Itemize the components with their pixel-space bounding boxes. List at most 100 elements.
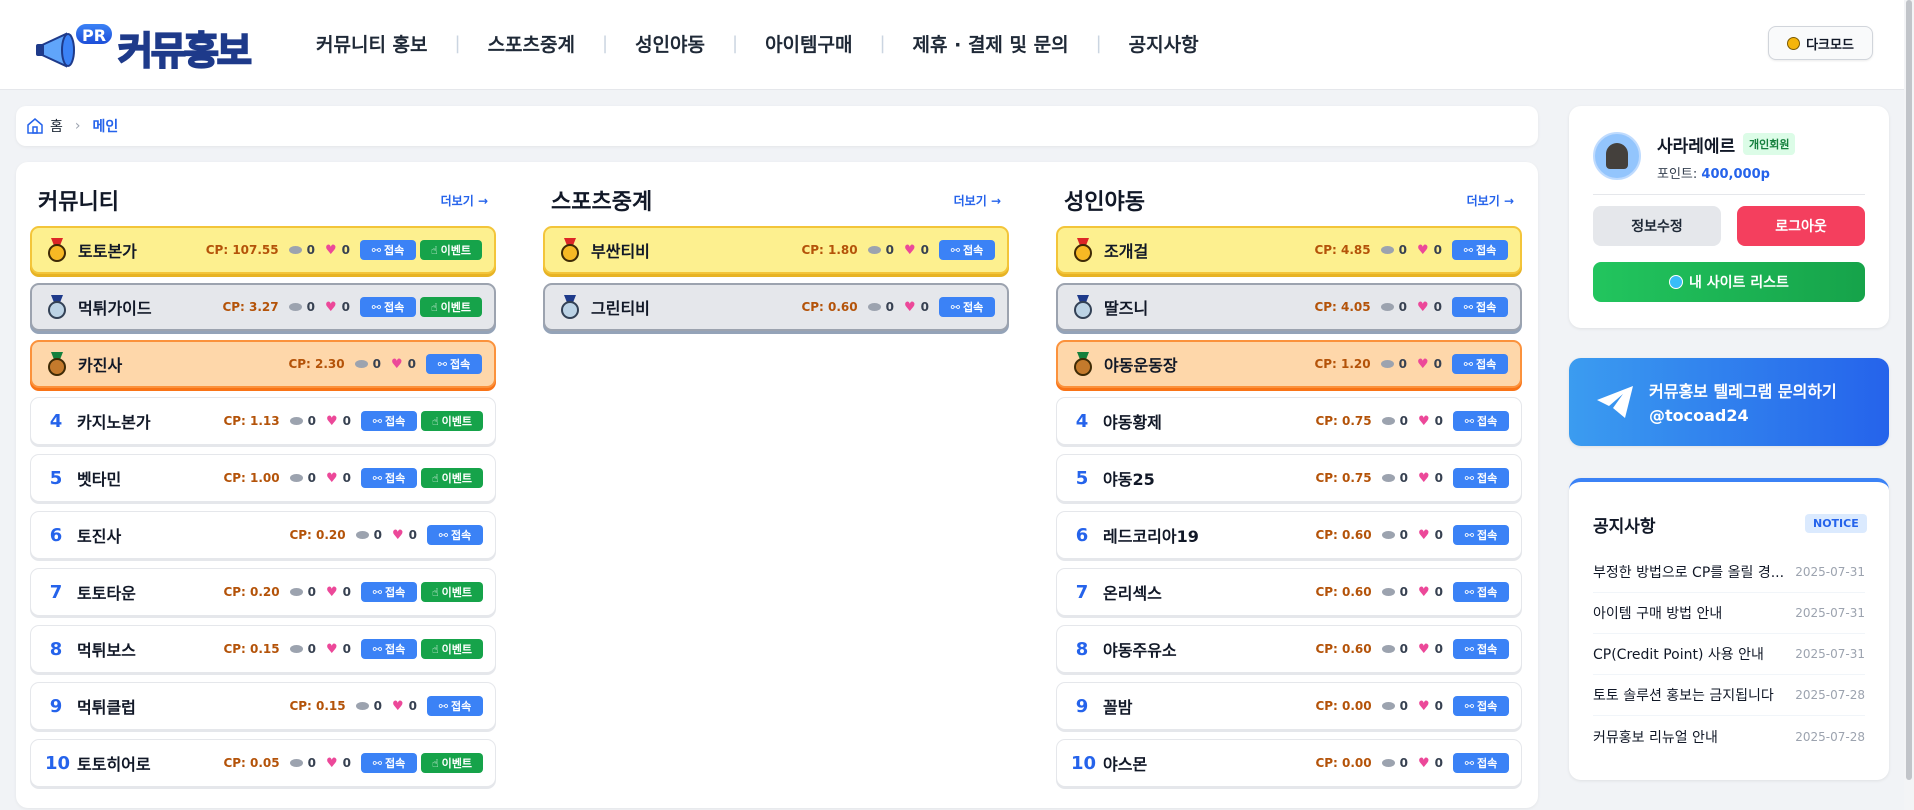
site-row[interactable]: 9 꼴밤 CP: 0.00 0 ♥ 0 ⚯ 접속 bbox=[1056, 682, 1522, 730]
site-name[interactable]: 레드코리아19 bbox=[1103, 523, 1315, 547]
eye-icon bbox=[354, 360, 368, 368]
visit-button[interactable]: ⚯ 접속 bbox=[1453, 582, 1509, 602]
site-name[interactable]: 먹튀클럽 bbox=[77, 694, 289, 718]
event-button[interactable]: ☝ 이벤트 bbox=[421, 753, 483, 773]
scrollbar-thumb[interactable] bbox=[1906, 0, 1912, 780]
visit-button[interactable]: ⚯ 접속 bbox=[939, 297, 995, 317]
visit-button[interactable]: ⚯ 접속 bbox=[1453, 696, 1509, 716]
nav-partnership[interactable]: 제휴 · 결제 및 문의 bbox=[913, 30, 1069, 57]
site-row[interactable]: 그린티비 CP: 0.60 0 ♥ 0 ⚯ 접속 bbox=[543, 283, 1009, 331]
visit-button[interactable]: ⚯ 접속 bbox=[427, 696, 483, 716]
notice-item[interactable]: 아이템 구매 방법 안내 2025-07-31 bbox=[1593, 593, 1865, 634]
site-name[interactable]: 야동주유소 bbox=[1103, 637, 1315, 661]
event-label: 이벤트 bbox=[441, 472, 473, 485]
site-name[interactable]: 토토본가 bbox=[78, 238, 206, 262]
site-name[interactable]: 조개걸 bbox=[1104, 238, 1314, 262]
site-row[interactable]: 딸즈니 CP: 4.05 0 ♥ 0 ⚯ 접속 bbox=[1056, 283, 1522, 331]
event-button[interactable]: ☝ 이벤트 bbox=[421, 411, 483, 431]
telegram-banner[interactable]: 커뮤홍보 텔레그램 문의하기 @tocoad24 bbox=[1569, 358, 1889, 446]
site-name[interactable]: 야스몬 bbox=[1103, 751, 1315, 775]
event-label: 이벤트 bbox=[441, 586, 473, 599]
site-row[interactable]: 4 야동황제 CP: 0.75 0 ♥ 0 ⚯ 접속 bbox=[1056, 397, 1522, 445]
site-row[interactable]: 먹튀가이드 CP: 3.27 0 ♥ 0 ⚯ 접속 ☝ 이벤트 bbox=[30, 283, 496, 331]
site-name[interactable]: 딸즈니 bbox=[1104, 295, 1314, 319]
more-link[interactable]: 더보기 → bbox=[1467, 192, 1514, 209]
event-button[interactable]: ☝ 이벤트 bbox=[421, 468, 483, 488]
site-row[interactable]: 5 야동25 CP: 0.75 0 ♥ 0 ⚯ 접속 bbox=[1056, 454, 1522, 502]
visit-button[interactable]: ⚯ 접속 bbox=[426, 354, 482, 374]
event-button[interactable]: ☝ 이벤트 bbox=[420, 297, 482, 317]
notice-item[interactable]: 커뮤홍보 리뉴얼 안내 2025-07-28 bbox=[1593, 716, 1865, 757]
visit-button[interactable]: ⚯ 접속 bbox=[939, 240, 995, 260]
visit-button[interactable]: ⚯ 접속 bbox=[360, 240, 416, 260]
nav-sports[interactable]: 스포츠중계 bbox=[488, 30, 575, 57]
notice-item[interactable]: 토토 솔루션 홍보는 금지됩니다 2025-07-28 bbox=[1593, 675, 1865, 716]
visit-button[interactable]: ⚯ 접속 bbox=[1452, 354, 1508, 374]
page-scrollbar[interactable] bbox=[1904, 0, 1914, 810]
visit-button[interactable]: ⚯ 접속 bbox=[1452, 297, 1508, 317]
visit-button[interactable]: ⚯ 접속 bbox=[1453, 411, 1509, 431]
site-row[interactable]: 8 야동주유소 CP: 0.60 0 ♥ 0 ⚯ 접속 bbox=[1056, 625, 1522, 673]
edit-profile-button[interactable]: 정보수정 bbox=[1593, 206, 1721, 246]
logout-button[interactable]: 로그아웃 bbox=[1737, 206, 1865, 246]
site-logo[interactable]: PR 커뮤홍보 bbox=[36, 18, 258, 74]
visit-button[interactable]: ⚯ 접속 bbox=[1453, 753, 1509, 773]
nav-community[interactable]: 커뮤니티 홍보 bbox=[316, 30, 428, 57]
site-row[interactable]: 6 레드코리아19 CP: 0.60 0 ♥ 0 ⚯ 접속 bbox=[1056, 511, 1522, 559]
more-link[interactable]: 더보기 → bbox=[954, 192, 1001, 209]
more-link[interactable]: 더보기 → bbox=[441, 192, 488, 209]
visit-button[interactable]: ⚯ 접속 bbox=[1453, 639, 1509, 659]
site-name[interactable]: 야동황제 bbox=[1103, 409, 1315, 433]
site-name[interactable]: 야동25 bbox=[1103, 466, 1315, 490]
visit-button[interactable]: ⚯ 접속 bbox=[1452, 240, 1508, 260]
site-row[interactable]: 부싼티비 CP: 1.80 0 ♥ 0 ⚯ 접속 bbox=[543, 226, 1009, 274]
notice-item[interactable]: 부정한 방법으로 CP를 올릴 경... 2025-07-31 bbox=[1593, 552, 1865, 593]
site-row[interactable]: 10 토토히어로 CP: 0.05 0 ♥ 0 ⚯ 접속 ☝ 이벤트 bbox=[30, 739, 496, 787]
site-name[interactable]: 그린티비 bbox=[591, 295, 801, 319]
site-row[interactable]: 5 벳타민 CP: 1.00 0 ♥ 0 ⚯ 접속 ☝ 이벤트 bbox=[30, 454, 496, 502]
site-row[interactable]: 토토본가 CP: 107.55 0 ♥ 0 ⚯ 접속 ☝ 이벤트 bbox=[30, 226, 496, 274]
site-row[interactable]: 7 온리섹스 CP: 0.60 0 ♥ 0 ⚯ 접속 bbox=[1056, 568, 1522, 616]
nav-items[interactable]: 아이템구매 bbox=[765, 30, 852, 57]
visit-button[interactable]: ⚯ 접속 bbox=[1453, 468, 1509, 488]
visit-button[interactable]: ⚯ 접속 bbox=[361, 468, 417, 488]
site-name[interactable]: 야동운동장 bbox=[1104, 352, 1314, 376]
eye-icon bbox=[1381, 531, 1395, 539]
site-row[interactable]: 6 토진사 CP: 0.20 0 ♥ 0 ⚯ 접속 bbox=[30, 511, 496, 559]
site-name[interactable]: 먹튀가이드 bbox=[78, 295, 222, 319]
nav-notice[interactable]: 공지사항 bbox=[1129, 30, 1199, 57]
nav-adult[interactable]: 성인야동 bbox=[635, 30, 705, 57]
visit-button[interactable]: ⚯ 접속 bbox=[361, 411, 417, 431]
site-name[interactable]: 온리섹스 bbox=[1103, 580, 1315, 604]
site-name[interactable]: 토토타운 bbox=[77, 580, 223, 604]
site-name[interactable]: 먹튀보스 bbox=[77, 637, 223, 661]
site-row[interactable]: 카진사 CP: 2.30 0 ♥ 0 ⚯ 접속 bbox=[30, 340, 496, 388]
site-name[interactable]: 벳타민 bbox=[77, 466, 223, 490]
site-row[interactable]: 7 토토타운 CP: 0.20 0 ♥ 0 ⚯ 접속 ☝ 이벤트 bbox=[30, 568, 496, 616]
site-name[interactable]: 부싼티비 bbox=[591, 238, 801, 262]
site-row[interactable]: 10 야스몬 CP: 0.00 0 ♥ 0 ⚯ 접속 bbox=[1056, 739, 1522, 787]
notice-item[interactable]: CP(Credit Point) 사용 안내 2025-07-31 bbox=[1593, 634, 1865, 675]
event-button[interactable]: ☝ 이벤트 bbox=[421, 639, 483, 659]
site-row[interactable]: 9 먹튀클럽 CP: 0.15 0 ♥ 0 ⚯ 접속 bbox=[30, 682, 496, 730]
event-button[interactable]: ☝ 이벤트 bbox=[420, 240, 482, 260]
visit-button[interactable]: ⚯ 접속 bbox=[361, 582, 417, 602]
site-name[interactable]: 카지노본가 bbox=[77, 409, 223, 433]
site-name[interactable]: 토토히어로 bbox=[77, 751, 223, 775]
breadcrumb-home[interactable]: 홈 bbox=[50, 116, 63, 136]
site-row[interactable]: 8 먹튀보스 CP: 0.15 0 ♥ 0 ⚯ 접속 ☝ 이벤트 bbox=[30, 625, 496, 673]
site-name[interactable]: 토진사 bbox=[77, 523, 289, 547]
site-row[interactable]: 조개걸 CP: 4.85 0 ♥ 0 ⚯ 접속 bbox=[1056, 226, 1522, 274]
visit-button[interactable]: ⚯ 접속 bbox=[1453, 525, 1509, 545]
event-button[interactable]: ☝ 이벤트 bbox=[421, 582, 483, 602]
visit-button[interactable]: ⚯ 접속 bbox=[361, 639, 417, 659]
dark-mode-button[interactable]: 다크모드 bbox=[1768, 26, 1873, 60]
site-row[interactable]: 야동운동장 CP: 1.20 0 ♥ 0 ⚯ 접속 bbox=[1056, 340, 1522, 388]
my-sites-button[interactable]: 내 사이트 리스트 bbox=[1593, 262, 1865, 302]
site-row[interactable]: 4 카지노본가 CP: 1.13 0 ♥ 0 ⚯ 접속 ☝ 이벤트 bbox=[30, 397, 496, 445]
site-name[interactable]: 꼴밤 bbox=[1103, 694, 1315, 718]
visit-button[interactable]: ⚯ 접속 bbox=[427, 525, 483, 545]
visit-button[interactable]: ⚯ 접속 bbox=[360, 297, 416, 317]
site-name[interactable]: 카진사 bbox=[78, 352, 288, 376]
visit-button[interactable]: ⚯ 접속 bbox=[361, 753, 417, 773]
